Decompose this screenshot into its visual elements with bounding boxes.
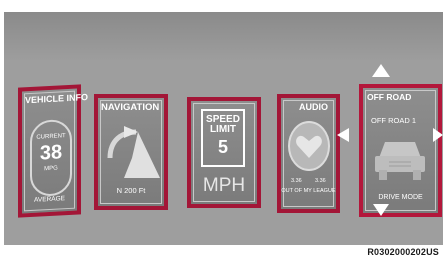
vehicle-info-title: VEHICLE INFO [25, 91, 89, 106]
scroll-right-arrow-icon[interactable] [433, 128, 443, 142]
current-label: CURRENT [36, 133, 66, 141]
speed-unit: MPH [202, 175, 246, 196]
vehicle-info-card[interactable]: VEHICLE INFO CURRENT 38 MPG AVERAGE [18, 84, 88, 218]
track-time-left: 3.36 [291, 178, 302, 184]
figure-caption: R0302000202US [367, 247, 439, 257]
off-road-title: OFF ROAD [367, 92, 412, 102]
navigation-card[interactable]: NAVIGATION N 200 Ft [94, 94, 168, 210]
heart-icon [288, 121, 330, 171]
track-title: OUT OF MY LEAGUE [281, 188, 336, 194]
instrument-cluster-display: VEHICLE INFO CURRENT 38 MPG AVERAGE NAVI… [4, 12, 443, 245]
drive-mode-label: DRIVE MODE [378, 194, 423, 201]
audio-title: AUDIO [299, 102, 328, 112]
off-road-card[interactable]: OFF ROAD OFF ROAD 1 DRIVE MODE [359, 84, 442, 217]
limit-label: LIMIT [209, 124, 237, 135]
vehicle-front-icon [375, 142, 425, 180]
fuel-economy-gauge: CURRENT 38 MPG [30, 118, 72, 198]
off-road-mode-name: OFF ROAD 1 [371, 116, 417, 125]
distance-text: N 200 Ft [116, 186, 146, 195]
audio-card[interactable]: AUDIO 3.36 3.36 OUT OF MY LEAGUE [277, 94, 340, 213]
speed-limit-value: 5 [217, 137, 228, 157]
turn-arrow-icon [107, 126, 160, 178]
track-time-right: 3.36 [315, 178, 326, 184]
speed-limit-sign: SPEED LIMIT 5 [201, 109, 245, 167]
scroll-left-arrow-icon[interactable] [337, 128, 349, 142]
navigation-title: NAVIGATION [101, 102, 160, 113]
mpg-value: 38 [39, 141, 63, 165]
scroll-up-arrow-icon[interactable] [372, 64, 390, 77]
scroll-down-arrow-icon[interactable] [373, 204, 389, 216]
mpg-unit: MPG [44, 165, 58, 173]
speed-limit-card[interactable]: SPEED LIMIT 5 MPH [187, 97, 261, 208]
